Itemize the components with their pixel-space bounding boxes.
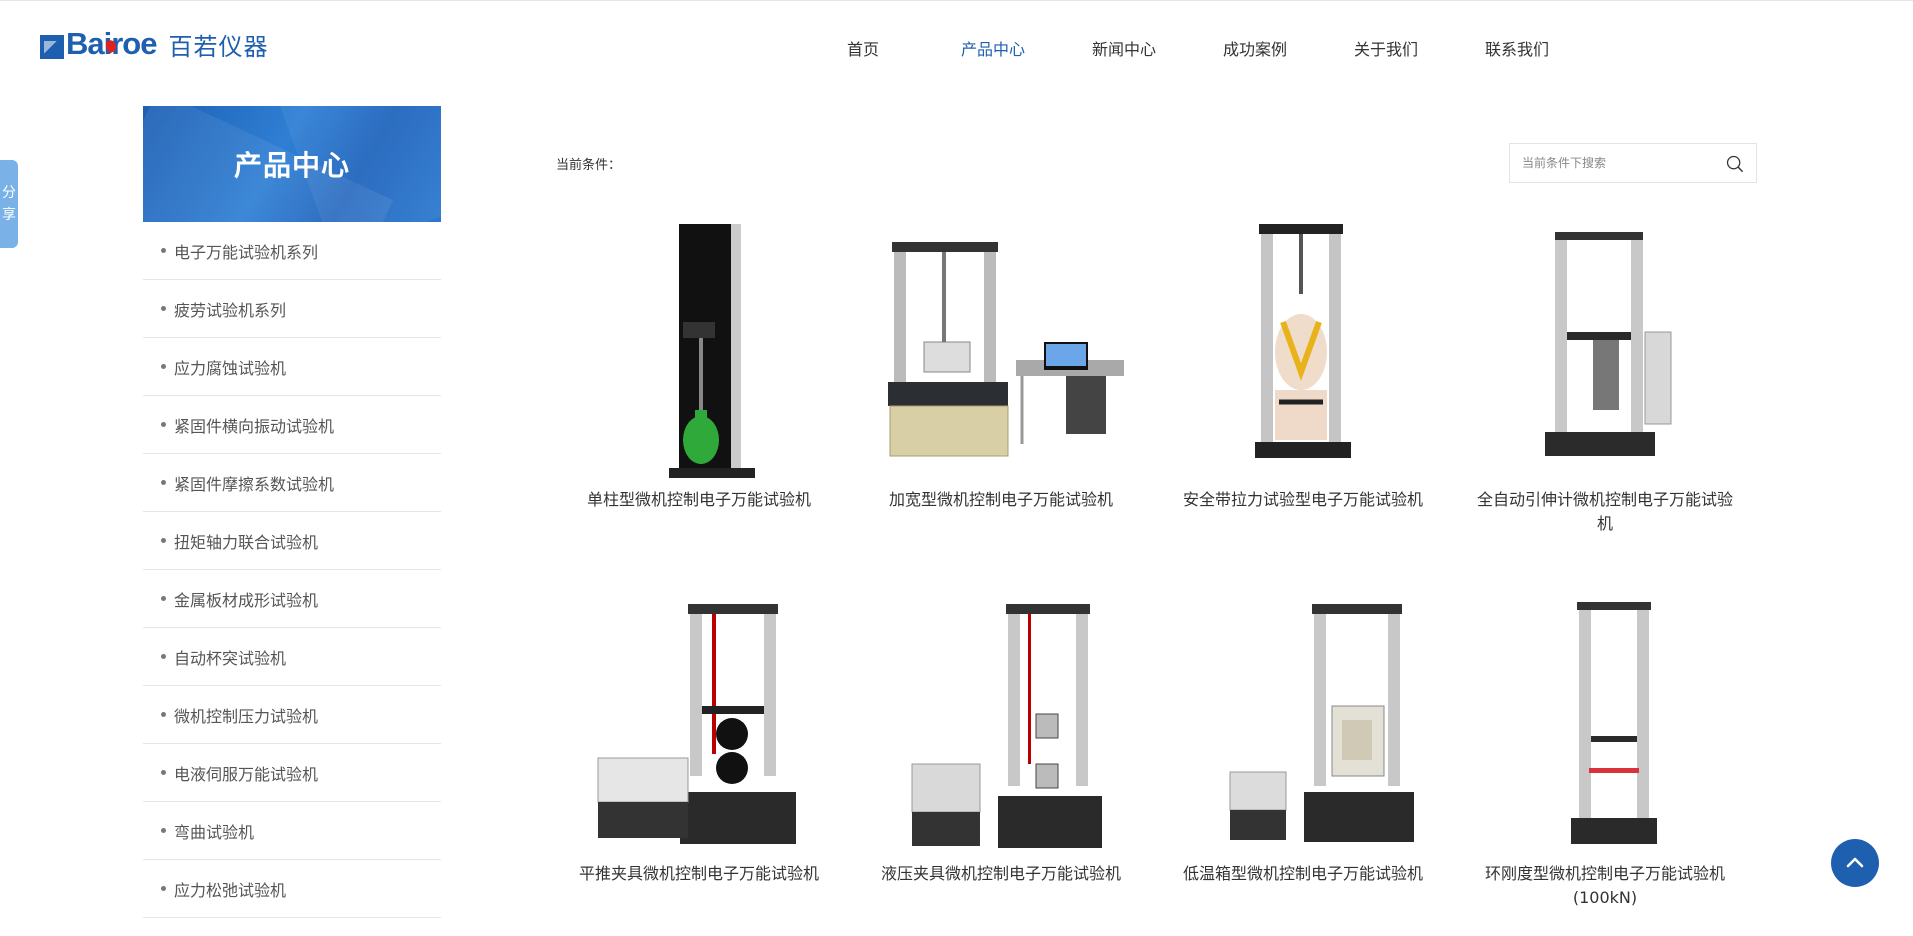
nav-contact[interactable]: 联系我们 — [1485, 36, 1549, 60]
product-image — [1545, 232, 1672, 456]
sidebar-item[interactable]: 电液伺服万能试验机 — [143, 744, 441, 802]
search-input[interactable] — [1520, 155, 1724, 171]
bullet-icon — [161, 422, 166, 427]
product-title: 液压夹具微机控制电子万能试验机 — [880, 864, 1121, 883]
bullet-icon — [161, 712, 166, 717]
product-title: 加宽型微机控制电子万能试验机 — [888, 490, 1113, 509]
bullet-icon — [161, 828, 166, 833]
sidebar-item[interactable]: 应力腐蚀试验机 — [143, 338, 441, 396]
sidebar-item[interactable]: 金属板材成形试验机 — [143, 570, 441, 628]
sidebar-item-label: 应力松弛试验机 — [174, 880, 287, 900]
product-image — [1571, 602, 1657, 844]
bullet-icon — [161, 538, 166, 543]
top-border — [0, 0, 1913, 1]
bullet-icon — [161, 886, 166, 891]
nav-about[interactable]: 关于我们 — [1354, 36, 1418, 60]
bullet-icon — [161, 654, 166, 659]
sidebar-item-label: 疲劳试验机系列 — [174, 300, 287, 320]
sidebar-item[interactable]: 紧固件横向振动试验机 — [143, 396, 441, 454]
product-card[interactable]: 安全带拉力试验型电子万能试验机 — [1158, 222, 1448, 512]
product-card[interactable]: 液压夹具微机控制电子万能试验机 — [856, 596, 1146, 886]
nav-cases[interactable]: 成功案例 — [1223, 36, 1287, 60]
product-title: 全自动引伸计微机控制电子万能试验机 — [1476, 490, 1733, 533]
product-card[interactable]: 低温箱型微机控制电子万能试验机 — [1158, 596, 1448, 886]
back-to-top-button[interactable] — [1831, 839, 1879, 887]
product-image — [1229, 604, 1414, 842]
bullet-icon — [161, 596, 166, 601]
sidebar-item-label: 紧固件横向振动试验机 — [174, 416, 335, 436]
sidebar-item[interactable]: 扭矩轴力联合试验机 — [143, 512, 441, 570]
current-condition-label: 当前条件： — [556, 158, 622, 173]
chevron-up-icon — [1846, 857, 1864, 868]
bullet-icon — [161, 770, 166, 775]
nav-products[interactable]: 产品中心 — [961, 36, 1025, 60]
sidebar-item-label: 应力腐蚀试验机 — [174, 358, 287, 378]
share-label: 分 — [2, 185, 16, 201]
logo-icon — [40, 35, 64, 59]
nav-news[interactable]: 新闻中心 — [1092, 36, 1156, 60]
share-tab[interactable]: 分 享 — [0, 160, 18, 248]
product-title: 平推夹具微机控制电子万能试验机 — [578, 864, 819, 883]
logo[interactable]: Bairoe 百若仪器 — [40, 22, 268, 66]
product-title: 环刚度型微机控制电子万能试验机(100kN) — [1484, 864, 1725, 907]
share-label: 享 — [2, 207, 16, 223]
bullet-icon — [161, 248, 166, 253]
sidebar-title: 产品中心 — [233, 149, 350, 182]
product-image — [911, 604, 1102, 848]
sidebar-item[interactable]: 紧固件摩擦系数试验机 — [143, 454, 441, 512]
product-image — [1255, 224, 1351, 458]
sidebar-item[interactable]: 电子万能试验机系列 — [143, 222, 441, 280]
product-card[interactable]: 平推夹具微机控制电子万能试验机 — [554, 596, 844, 886]
sidebar-item[interactable]: 自动杯突试验机 — [143, 628, 441, 686]
sidebar-item[interactable]: 应力松弛试验机 — [143, 860, 441, 918]
logo-mark: Bairoe — [40, 28, 157, 59]
product-title: 安全带拉力试验型电子万能试验机 — [1182, 490, 1423, 509]
bullet-icon — [161, 364, 166, 369]
sidebar-banner: 产品中心 — [143, 106, 441, 222]
sidebar-category-list: 电子万能试验机系列 疲劳试验机系列 应力腐蚀试验机 紧固件横向振动试验机 紧固件… — [143, 222, 441, 918]
product-title: 单柱型微机控制电子万能试验机 — [586, 490, 811, 509]
search-box — [1509, 143, 1757, 183]
product-title: 低温箱型微机控制电子万能试验机 — [1182, 864, 1423, 883]
sidebar-item-label: 微机控制压力试验机 — [174, 706, 319, 726]
product-card[interactable]: 环刚度型微机控制电子万能试验机(100kN) — [1460, 596, 1750, 910]
logo-text-cn: 百若仪器 — [168, 32, 269, 61]
product-image — [597, 604, 796, 844]
sidebar-item-label: 金属板材成形试验机 — [174, 590, 319, 610]
sidebar-item[interactable]: 微机控制压力试验机 — [143, 686, 441, 744]
search-icon[interactable] — [1726, 155, 1744, 173]
sidebar-item-label: 电子万能试验机系列 — [174, 242, 319, 262]
product-card[interactable]: 加宽型微机控制电子万能试验机 — [856, 222, 1146, 512]
product-image — [888, 242, 1124, 457]
bullet-icon — [161, 306, 166, 311]
product-card[interactable]: 单柱型微机控制电子万能试验机 — [554, 222, 844, 512]
sidebar-item-label: 紧固件摩擦系数试验机 — [174, 474, 335, 494]
sidebar-item-label: 自动杯突试验机 — [174, 648, 287, 668]
sidebar-item[interactable]: 弯曲试验机 — [143, 802, 441, 860]
bullet-icon — [161, 480, 166, 485]
sidebar-item-label: 弯曲试验机 — [174, 822, 255, 842]
nav-home[interactable]: 首页 — [847, 36, 879, 60]
sidebar-item[interactable]: 疲劳试验机系列 — [143, 280, 441, 338]
sidebar-item-label: 扭矩轴力联合试验机 — [174, 532, 319, 552]
sidebar-item-label: 电液伺服万能试验机 — [174, 764, 319, 784]
product-card[interactable]: 全自动引伸计微机控制电子万能试验机 — [1460, 222, 1750, 536]
product-image — [669, 224, 755, 478]
